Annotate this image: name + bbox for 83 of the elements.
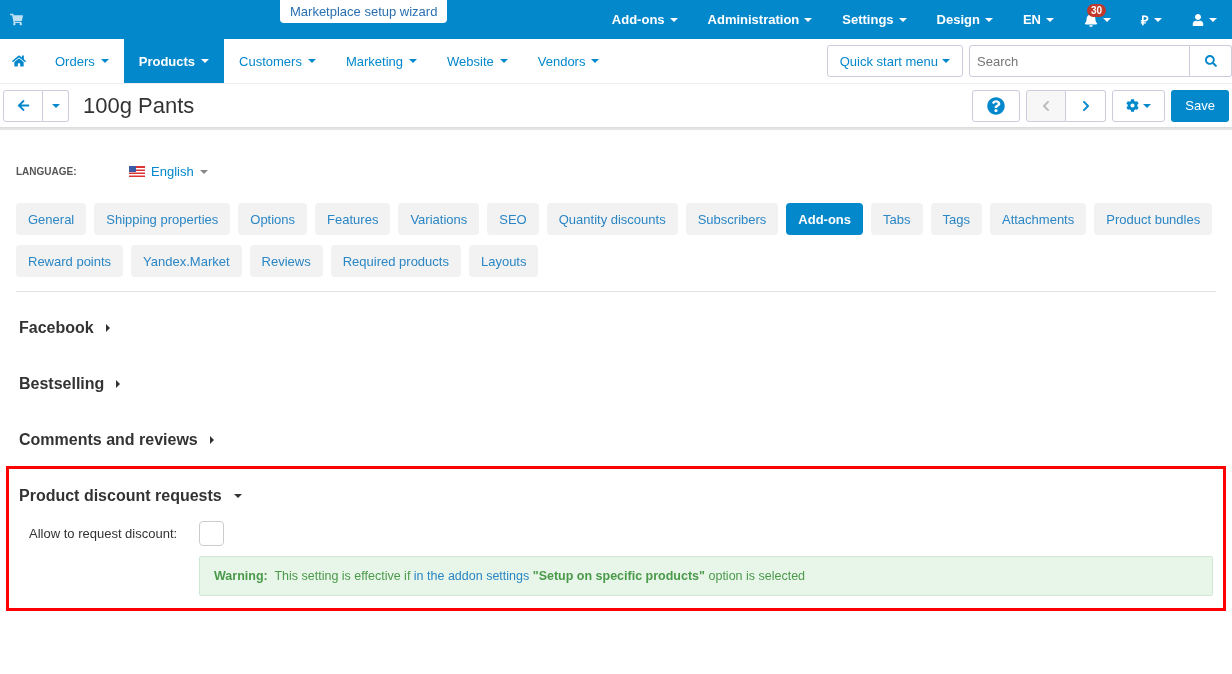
tab[interactable]: Tabs [871, 203, 923, 235]
back-button[interactable] [3, 89, 43, 122]
tab[interactable]: Options [238, 203, 308, 235]
nav-item[interactable]: Vendors [522, 39, 615, 83]
settings-button[interactable] [1112, 89, 1166, 122]
back-dropdown-button[interactable] [43, 89, 69, 122]
nav-item[interactable]: Products [123, 39, 225, 83]
tab[interactable]: Shipping properties [94, 203, 231, 235]
caret-icon [307, 59, 316, 63]
flag-icon [129, 166, 145, 177]
tab[interactable]: General [16, 203, 87, 235]
cart-icon[interactable] [10, 13, 23, 26]
caret-icon [1143, 103, 1152, 108]
top-menu[interactable]: ₽ [1126, 0, 1177, 39]
caret-icon [984, 17, 993, 22]
caret-icon [669, 17, 678, 22]
section-header[interactable]: Product discount requests [19, 479, 242, 513]
addon-settings-link[interactable]: in the addon settings [413, 569, 530, 583]
back-arrow-icon [16, 99, 30, 112]
home-icon [12, 54, 26, 68]
tab[interactable]: Subscribers [685, 203, 779, 235]
caret-down-icon [233, 494, 242, 498]
caret-icon [201, 59, 210, 63]
section-header[interactable]: Bestselling [19, 367, 121, 401]
top-menu[interactable]: Settings [827, 0, 922, 39]
save-button[interactable]: Save [1171, 89, 1229, 122]
setup-wizard-button[interactable]: Marketplace setup wizard [280, 0, 448, 23]
search-field[interactable]: Search [969, 45, 1190, 77]
top-menu[interactable]: Administration [692, 0, 828, 39]
caret-icon [942, 59, 950, 63]
tab[interactable]: Yandex.Market [131, 245, 242, 277]
caret-icon [409, 59, 417, 63]
quick-start-menu-button[interactable]: Quick start menu [826, 45, 963, 77]
caret-icon [100, 59, 109, 63]
search-icon [1204, 55, 1217, 67]
tab[interactable]: Quantity discounts [546, 203, 678, 235]
caret-right-icon [116, 380, 121, 388]
warning-message: Warning: This setting is effective if in the addon settings "Setup on specific products" option is selected [199, 556, 1213, 596]
caret-right-icon [105, 324, 110, 332]
field-label: Allow to request discount: [29, 526, 179, 541]
notifications-menu[interactable]: 30 [1069, 0, 1126, 39]
help-button[interactable] [972, 89, 1021, 122]
next-button[interactable] [1066, 89, 1107, 122]
caret-icon [499, 59, 508, 63]
top-menu[interactable]: Add-ons [596, 0, 693, 39]
page-title: 100g Pants [83, 92, 195, 119]
tab[interactable]: Product bundles [1094, 203, 1213, 235]
nav-item[interactable]: Marketing [330, 39, 432, 83]
user-icon [1192, 13, 1204, 26]
section-header[interactable]: Comments and reviews [19, 423, 214, 457]
caret-icon [591, 59, 600, 63]
tab[interactable]: Attachments [989, 203, 1087, 235]
caret-icon [1154, 17, 1162, 22]
tab[interactable]: Reviews [249, 245, 323, 277]
caret-icon [1046, 17, 1054, 22]
top-menu[interactable]: Design [921, 0, 1008, 39]
notification-count: 30 [1087, 4, 1107, 17]
settings-icon [1126, 99, 1140, 112]
nav-item[interactable]: Website [432, 39, 523, 83]
nav-item[interactable]: Orders [40, 39, 124, 83]
caret-icon [1209, 17, 1217, 22]
tab[interactable]: Reward points [16, 245, 124, 277]
tab[interactable]: Required products [330, 245, 461, 277]
caret-icon [199, 169, 208, 174]
section-header[interactable]: Facebook [19, 311, 110, 345]
caret-right-icon [209, 436, 214, 444]
nav-item[interactable]: Customers [224, 39, 331, 83]
search-button[interactable] [1190, 45, 1232, 77]
help-icon [987, 96, 1006, 115]
caret-icon [804, 17, 813, 22]
tab[interactable]: Tags [930, 203, 982, 235]
tab[interactable]: SEO [487, 203, 539, 235]
language-selector[interactable]: English [129, 164, 208, 179]
checkbox[interactable] [199, 521, 224, 546]
tab[interactable]: Variations [398, 203, 480, 235]
tab[interactable]: Features [315, 203, 391, 235]
caret-icon [1103, 17, 1111, 22]
caret-icon [898, 17, 907, 22]
tab[interactable]: Layouts [468, 245, 539, 277]
tab[interactable]: Add-ons [786, 203, 864, 235]
language-label: LANGUAGE: [16, 166, 78, 177]
caret-icon [51, 103, 60, 108]
top-menu[interactable]: EN [1007, 0, 1069, 39]
